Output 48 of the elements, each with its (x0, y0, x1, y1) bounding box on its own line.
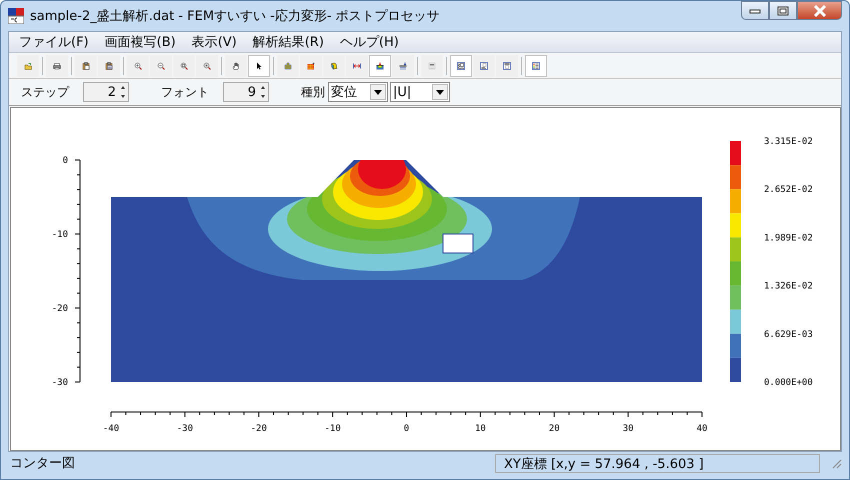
toolbar-button[interactable] (225, 54, 247, 76)
x-tick-label: -10 (324, 424, 341, 434)
y-tick-label: -20 (52, 304, 68, 314)
step-spinner[interactable]: 2 (83, 82, 129, 102)
legend-label: 2.652E-02 (764, 185, 813, 196)
x-tick-label: 20 (548, 424, 560, 434)
opening (442, 234, 474, 254)
x-tick-label: -40 (102, 424, 120, 434)
app-icon (8, 8, 24, 24)
resize-grip-icon (830, 457, 842, 469)
coordinates-readout: XY座標 [x,y = 57.964 , -5.603 ] (495, 454, 820, 472)
menu-item[interactable]: 解析結果(R) (244, 33, 332, 51)
status-text: コンター図 (9, 455, 76, 472)
toolbar-button[interactable] (248, 54, 270, 76)
type-dropdown[interactable]: 変位 (328, 82, 388, 102)
window-title: sample-2_盛土解析.dat - FEMすいすい -応力変形- ポストプロセッサ (30, 8, 441, 25)
maximize-icon (777, 6, 789, 16)
font-spinner[interactable]: 9 (223, 82, 269, 102)
x-tick-label: 10 (474, 424, 486, 434)
legend-label: 0.000E+00 (764, 378, 813, 388)
x-tick-label: 0 (404, 424, 410, 434)
menu-item[interactable]: 画面複写(B) (96, 33, 184, 51)
menu-item[interactable]: 表示(V) (184, 33, 245, 51)
minimize-button[interactable] (741, 1, 769, 20)
y-tick-label: -10 (52, 230, 68, 240)
contour-band (358, 160, 406, 189)
menu-item[interactable]: ヘルプ(H) (332, 33, 407, 51)
legend-label: 3.315E-02 (764, 137, 813, 147)
type-label: 種別 (301, 84, 325, 100)
x-tick-label: -20 (250, 424, 267, 434)
y-tick-label: -30 (52, 378, 68, 388)
caret-icon (436, 90, 444, 94)
x-tick-label: -30 (176, 424, 193, 434)
x-tick-label: 30 (622, 424, 634, 434)
component-dropdown[interactable]: |U| (390, 82, 450, 102)
font-label: フォント (161, 84, 209, 100)
maximize-button[interactable] (769, 1, 797, 20)
legend-label: 6.629E-03 (764, 330, 813, 340)
y-tick-label: 0 (62, 156, 68, 166)
x-tick-label: 40 (696, 424, 708, 434)
step-label: ステップ (21, 84, 69, 100)
legend-label: 1.989E-02 (764, 233, 813, 244)
minimize-icon (749, 8, 761, 14)
legend-label: 1.326E-02 (764, 282, 813, 292)
close-button[interactable] (797, 1, 842, 20)
close-icon (812, 4, 826, 16)
menu-item[interactable]: ファイル(F) (11, 33, 97, 51)
caret-icon (374, 90, 382, 94)
